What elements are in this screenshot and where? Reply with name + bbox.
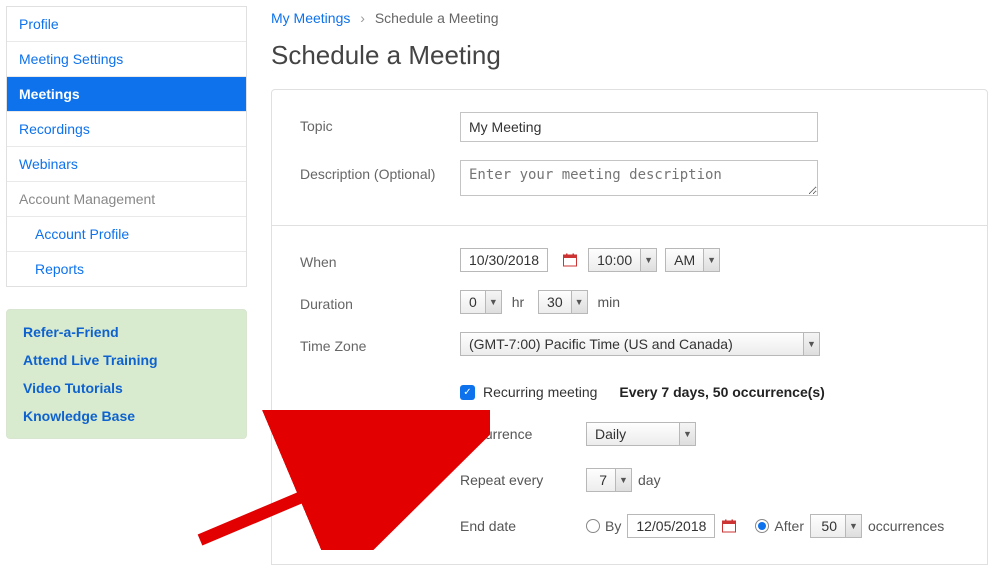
duration-hours-unit: hr: [512, 294, 524, 310]
sidebar-item-profile[interactable]: Profile: [7, 7, 246, 42]
duration-hours-select[interactable]: 0▼: [460, 290, 502, 314]
sidebar-item-webinars[interactable]: Webinars: [7, 147, 246, 182]
calendar-icon[interactable]: [721, 518, 737, 534]
topic-label: Topic: [300, 112, 460, 134]
duration-mins-unit: min: [598, 294, 621, 310]
calendar-icon[interactable]: [562, 252, 578, 268]
recurring-summary: Every 7 days, 50 occurrence(s): [619, 384, 824, 400]
breadcrumb-current: Schedule a Meeting: [375, 10, 499, 26]
sidebar-item-reports[interactable]: Reports: [7, 252, 246, 286]
when-time-select[interactable]: 10:00▼: [588, 248, 657, 272]
promo-link-tutorials[interactable]: Video Tutorials: [23, 380, 230, 396]
end-after-radio[interactable]: [755, 519, 769, 533]
when-ampm-select[interactable]: AM▼: [665, 248, 720, 272]
breadcrumb: My Meetings › Schedule a Meeting: [271, 10, 988, 26]
promo-link-refer[interactable]: Refer-a-Friend: [23, 324, 230, 340]
sidebar-item-recordings[interactable]: Recordings: [7, 112, 246, 147]
sidebar-item-account-management: Account Management: [7, 182, 246, 217]
when-date-input[interactable]: 10/30/2018: [460, 248, 548, 272]
recurring-checkbox[interactable]: ✓: [460, 385, 475, 400]
end-date-label: End date: [460, 518, 586, 534]
recurrence-select[interactable]: Daily▼: [586, 422, 696, 446]
sidebar-item-meeting-settings[interactable]: Meeting Settings: [7, 42, 246, 77]
end-after-count-select[interactable]: 50▼: [810, 514, 862, 538]
repeat-every-select[interactable]: 7▼: [586, 468, 632, 492]
topic-input[interactable]: [460, 112, 818, 142]
duration-label: Duration: [300, 290, 460, 312]
sidebar-item-meetings[interactable]: Meetings: [7, 77, 246, 112]
sidebar-item-account-profile[interactable]: Account Profile: [7, 217, 246, 252]
timezone-select[interactable]: (GMT-7:00) Pacific Time (US and Canada)▼: [460, 332, 820, 356]
breadcrumb-parent[interactable]: My Meetings: [271, 10, 350, 26]
repeat-unit: day: [638, 472, 661, 488]
when-label: When: [300, 248, 460, 270]
sidebar-nav: Profile Meeting Settings Meetings Record…: [6, 6, 247, 287]
end-by-date-input[interactable]: 12/05/2018: [627, 514, 715, 538]
recurring-label: Recurring meeting: [483, 384, 597, 400]
promo-link-kb[interactable]: Knowledge Base: [23, 408, 230, 424]
end-after-label: After: [774, 518, 804, 534]
timezone-label: Time Zone: [300, 332, 460, 354]
page-title: Schedule a Meeting: [271, 40, 988, 71]
schedule-form: Topic Description (Optional) When: [271, 89, 988, 565]
description-input[interactable]: [460, 160, 818, 196]
duration-mins-select[interactable]: 30▼: [538, 290, 588, 314]
end-after-unit: occurrences: [868, 518, 944, 534]
recurrence-label: Recurrence: [460, 426, 586, 442]
chevron-right-icon: ›: [360, 10, 365, 26]
end-by-radio[interactable]: [586, 519, 600, 533]
promo-link-training[interactable]: Attend Live Training: [23, 352, 230, 368]
description-label: Description (Optional): [300, 160, 460, 182]
repeat-label: Repeat every: [460, 472, 586, 488]
end-by-label: By: [605, 518, 621, 534]
promo-box: Refer-a-Friend Attend Live Training Vide…: [6, 309, 247, 439]
